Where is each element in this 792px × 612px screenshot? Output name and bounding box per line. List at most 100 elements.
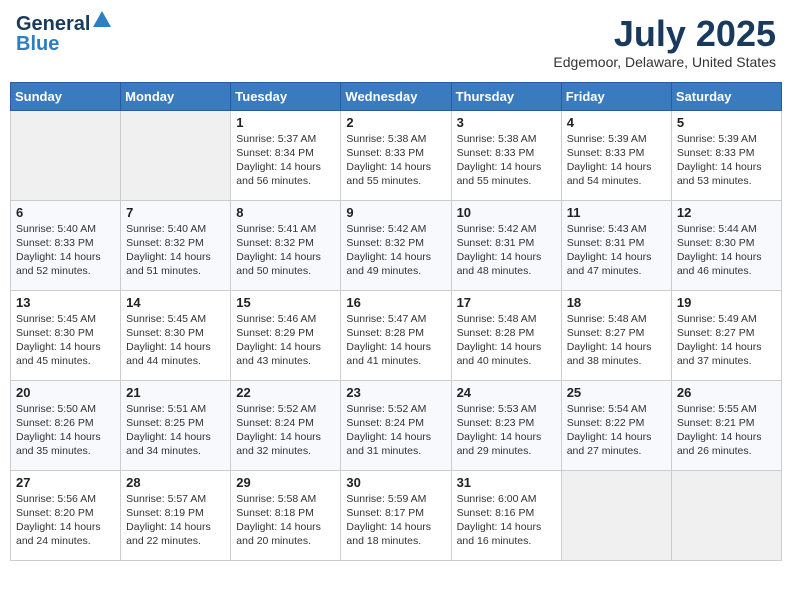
day-number: 22 — [236, 385, 335, 400]
day-detail: Sunrise: 5:49 AMSunset: 8:27 PMDaylight:… — [677, 312, 776, 369]
day-detail: Sunrise: 5:54 AMSunset: 8:22 PMDaylight:… — [567, 402, 666, 459]
day-detail: Sunrise: 5:47 AMSunset: 8:28 PMDaylight:… — [346, 312, 445, 369]
calendar-cell: 14Sunrise: 5:45 AMSunset: 8:30 PMDayligh… — [121, 290, 231, 380]
day-detail: Sunrise: 6:00 AMSunset: 8:16 PMDaylight:… — [457, 492, 556, 549]
day-detail: Sunrise: 5:39 AMSunset: 8:33 PMDaylight:… — [677, 132, 776, 189]
day-number: 24 — [457, 385, 556, 400]
day-number: 2 — [346, 115, 445, 130]
calendar-header-saturday: Saturday — [671, 82, 781, 110]
calendar-cell: 15 Sunrise: 5:46 AMSunset: 8:29 PMDayligh… — [231, 290, 341, 380]
calendar-cell: 9Sunrise: 5:42 AMSunset: 8:32 PMDaylight… — [341, 200, 451, 290]
calendar-cell: 11 Sunrise: 5:43 AMSunset: 8:31 PMDayligh… — [561, 200, 671, 290]
day-number: 23 — [346, 385, 445, 400]
day-number: 29 — [236, 475, 335, 490]
calendar-header-friday: Friday — [561, 82, 671, 110]
calendar-cell: 19 Sunrise: 5:49 AMSunset: 8:27 PMDayligh… — [671, 290, 781, 380]
day-detail: Sunrise: 5:52 AMSunset: 8:24 PMDaylight:… — [236, 402, 335, 459]
day-number: 26 — [677, 385, 776, 400]
day-detail: Sunrise: 5:51 AMSunset: 8:25 PMDaylight:… — [126, 402, 225, 459]
calendar-cell: 29 Sunrise: 5:58 AMSunset: 8:18 PMDayligh… — [231, 470, 341, 560]
calendar-week-4: 20 Sunrise: 5:50 AMSunset: 8:26 PMDayligh… — [11, 380, 782, 470]
calendar-cell: 24 Sunrise: 5:53 AMSunset: 8:23 PMDayligh… — [451, 380, 561, 470]
logo: General Blue — [16, 14, 111, 54]
calendar-cell: 5 Sunrise: 5:39 AMSunset: 8:33 PMDaylight… — [671, 110, 781, 200]
calendar-week-5: 27 Sunrise: 5:56 AMSunset: 8:20 PMDayligh… — [11, 470, 782, 560]
day-number: 28 — [126, 475, 225, 490]
calendar-header-sunday: Sunday — [11, 82, 121, 110]
calendar-cell: 12 Sunrise: 5:44 AMSunset: 8:30 PMDayligh… — [671, 200, 781, 290]
day-number: 13 — [16, 295, 115, 310]
day-number: 27 — [16, 475, 115, 490]
calendar-cell: 26 Sunrise: 5:55 AMSunset: 8:21 PMDayligh… — [671, 380, 781, 470]
day-detail: Sunrise: 5:44 AMSunset: 8:30 PMDaylight:… — [677, 222, 776, 279]
location-text: Edgemoor, Delaware, United States — [553, 54, 776, 70]
calendar-week-2: 6Sunrise: 5:40 AMSunset: 8:33 PMDaylight… — [11, 200, 782, 290]
calendar-cell: 18 Sunrise: 5:48 AMSunset: 8:27 PMDayligh… — [561, 290, 671, 380]
calendar-cell: 2Sunrise: 5:38 AMSunset: 8:33 PMDaylight… — [341, 110, 451, 200]
day-number: 11 — [567, 205, 666, 220]
day-detail: Sunrise: 5:46 AMSunset: 8:29 PMDaylight:… — [236, 312, 335, 369]
calendar-cell: 8 Sunrise: 5:41 AMSunset: 8:32 PMDaylight… — [231, 200, 341, 290]
calendar-cell: 20 Sunrise: 5:50 AMSunset: 8:26 PMDayligh… — [11, 380, 121, 470]
day-detail: Sunrise: 5:38 AMSunset: 8:33 PMDaylight:… — [457, 132, 556, 189]
calendar-cell: 16 Sunrise: 5:47 AMSunset: 8:28 PMDayligh… — [341, 290, 451, 380]
day-number: 18 — [567, 295, 666, 310]
day-number: 8 — [236, 205, 335, 220]
calendar-cell: 22 Sunrise: 5:52 AMSunset: 8:24 PMDayligh… — [231, 380, 341, 470]
day-detail: Sunrise: 5:39 AMSunset: 8:33 PMDaylight:… — [567, 132, 666, 189]
day-number: 31 — [457, 475, 556, 490]
calendar-table: SundayMondayTuesdayWednesdayThursdayFrid… — [10, 82, 782, 561]
day-detail: Sunrise: 5:42 AMSunset: 8:31 PMDaylight:… — [457, 222, 556, 279]
calendar-header-wednesday: Wednesday — [341, 82, 451, 110]
calendar-header-monday: Monday — [121, 82, 231, 110]
calendar-cell: 3 Sunrise: 5:38 AMSunset: 8:33 PMDaylight… — [451, 110, 561, 200]
day-detail: Sunrise: 5:43 AMSunset: 8:31 PMDaylight:… — [567, 222, 666, 279]
day-number: 9 — [346, 205, 445, 220]
calendar-cell: 17 Sunrise: 5:48 AMSunset: 8:28 PMDayligh… — [451, 290, 561, 380]
month-year-title: July 2025 — [553, 14, 776, 54]
day-detail: Sunrise: 5:55 AMSunset: 8:21 PMDaylight:… — [677, 402, 776, 459]
calendar-header-thursday: Thursday — [451, 82, 561, 110]
day-detail: Sunrise: 5:40 AMSunset: 8:32 PMDaylight:… — [126, 222, 225, 279]
day-detail: Sunrise: 5:45 AMSunset: 8:30 PMDaylight:… — [16, 312, 115, 369]
calendar-cell: 7 Sunrise: 5:40 AMSunset: 8:32 PMDaylight… — [121, 200, 231, 290]
day-detail: Sunrise: 5:57 AMSunset: 8:19 PMDaylight:… — [126, 492, 225, 549]
calendar-cell: 30 Sunrise: 5:59 AMSunset: 8:17 PMDayligh… — [341, 470, 451, 560]
day-detail: Sunrise: 5:59 AMSunset: 8:17 PMDaylight:… — [346, 492, 445, 549]
day-detail: Sunrise: 5:41 AMSunset: 8:32 PMDaylight:… — [236, 222, 335, 279]
day-detail: Sunrise: 5:52 AMSunset: 8:24 PMDaylight:… — [346, 402, 445, 459]
logo-blue-text: Blue — [16, 34, 111, 54]
day-detail: Sunrise: 5:48 AMSunset: 8:28 PMDaylight:… — [457, 312, 556, 369]
calendar-cell — [671, 470, 781, 560]
calendar-cell: 10Sunrise: 5:42 AMSunset: 8:31 PMDayligh… — [451, 200, 561, 290]
day-detail: Sunrise: 5:53 AMSunset: 8:23 PMDaylight:… — [457, 402, 556, 459]
day-detail: Sunrise: 5:50 AMSunset: 8:26 PMDaylight:… — [16, 402, 115, 459]
calendar-cell — [11, 110, 121, 200]
day-number: 7 — [126, 205, 225, 220]
logo-triangle-icon — [93, 11, 111, 27]
day-detail: Sunrise: 5:58 AMSunset: 8:18 PMDaylight:… — [236, 492, 335, 549]
day-detail: Sunrise: 5:37 AMSunset: 8:34 PMDaylight:… — [236, 132, 335, 189]
day-number: 17 — [457, 295, 556, 310]
day-detail: Sunrise: 5:56 AMSunset: 8:20 PMDaylight:… — [16, 492, 115, 549]
day-detail: Sunrise: 5:40 AMSunset: 8:33 PMDaylight:… — [16, 222, 115, 279]
day-number: 19 — [677, 295, 776, 310]
day-number: 30 — [346, 475, 445, 490]
calendar-week-1: 1Sunrise: 5:37 AMSunset: 8:34 PMDaylight… — [11, 110, 782, 200]
calendar-header-tuesday: Tuesday — [231, 82, 341, 110]
calendar-cell: 31 Sunrise: 6:00 AMSunset: 8:16 PMDayligh… — [451, 470, 561, 560]
day-number: 4 — [567, 115, 666, 130]
day-number: 16 — [346, 295, 445, 310]
day-number: 3 — [457, 115, 556, 130]
day-number: 25 — [567, 385, 666, 400]
page-header: General Blue July 2025 Edgemoor, Delawar… — [10, 10, 782, 74]
day-number: 12 — [677, 205, 776, 220]
calendar-cell: 1Sunrise: 5:37 AMSunset: 8:34 PMDaylight… — [231, 110, 341, 200]
day-detail: Sunrise: 5:45 AMSunset: 8:30 PMDaylight:… — [126, 312, 225, 369]
day-number: 5 — [677, 115, 776, 130]
calendar-cell: 23 Sunrise: 5:52 AMSunset: 8:24 PMDayligh… — [341, 380, 451, 470]
day-number: 20 — [16, 385, 115, 400]
day-number: 15 — [236, 295, 335, 310]
day-detail: Sunrise: 5:48 AMSunset: 8:27 PMDaylight:… — [567, 312, 666, 369]
day-number: 21 — [126, 385, 225, 400]
